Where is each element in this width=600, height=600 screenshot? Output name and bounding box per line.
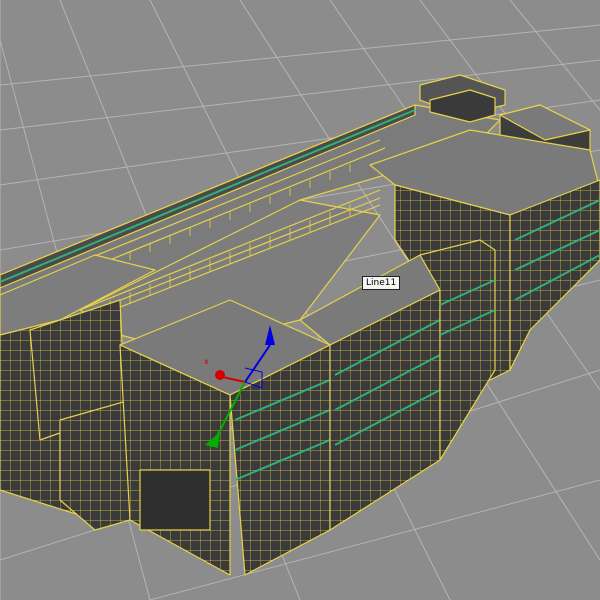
perspective-viewport[interactable]: x Line11 (0, 0, 600, 600)
ground-floor-shopfront (139, 469, 211, 531)
object-name-tooltip: Line11 (362, 276, 401, 290)
gizmo-x-label: x (204, 357, 209, 366)
scene-canvas[interactable]: x (0, 0, 600, 600)
gizmo-x-handle[interactable] (215, 370, 225, 380)
